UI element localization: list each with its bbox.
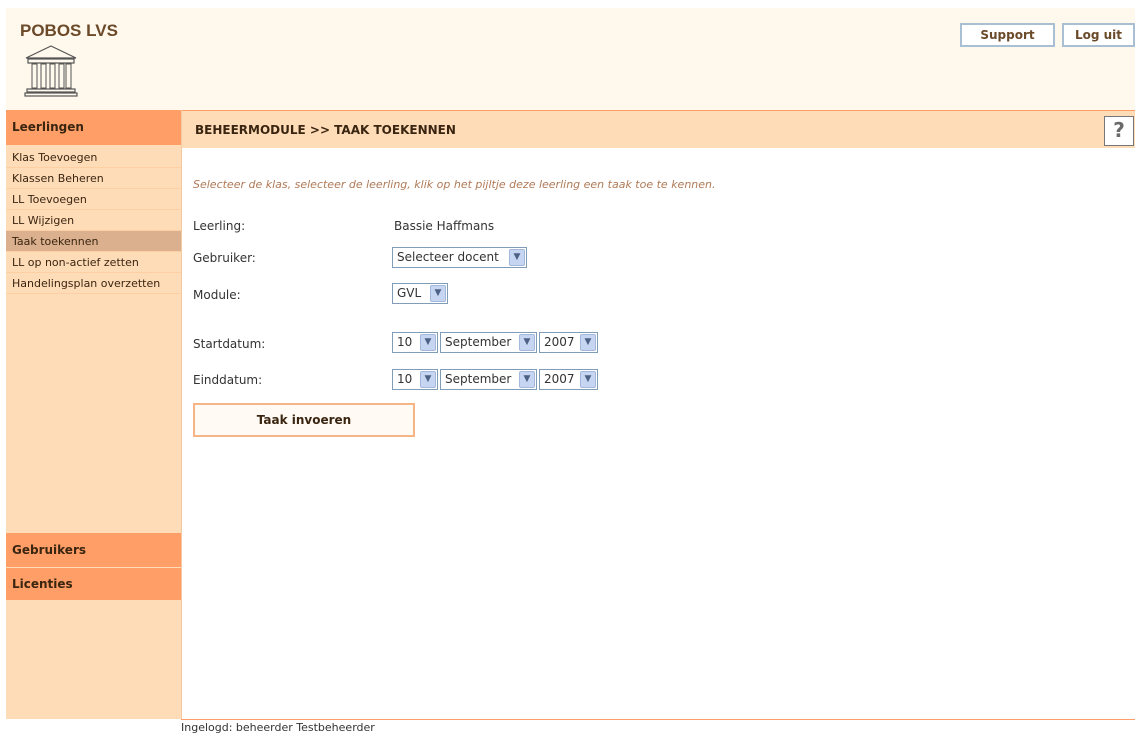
sidebar-item-handelingsplan[interactable]: Handelingsplan overzetten (6, 273, 181, 294)
einddatum-month-select[interactable]: September ▼ (440, 369, 537, 390)
chevron-down-icon: ▼ (519, 371, 535, 388)
footer-divider (181, 719, 1135, 720)
sidebar-section-gebruikers[interactable]: Gebruikers (6, 533, 181, 567)
sidebar-section-leerlingen[interactable]: Leerlingen (6, 110, 181, 145)
chevron-down-icon: ▼ (580, 371, 596, 388)
startdatum-month-select[interactable]: September ▼ (440, 332, 537, 353)
instruction-text: Selecteer de klas, selecteer de leerling… (193, 178, 716, 191)
einddatum-label: Einddatum: (193, 373, 263, 387)
gebruiker-select-value: Selecteer docent (397, 250, 499, 264)
sidebar: Leerlingen Klas Toevoegen Klassen Behere… (6, 110, 181, 719)
einddatum-day-select[interactable]: 10 ▼ (392, 369, 438, 390)
leerling-value: Bassie Haffmans (394, 219, 495, 233)
header: POBOS LVS Support Log uit (6, 8, 1135, 110)
sidebar-item-klas-toevoegen[interactable]: Klas Toevoegen (6, 147, 181, 168)
einddatum-day-value: 10 (397, 372, 413, 386)
page-title: BEHEERMODULE >> TAAK TOEKENNEN (195, 123, 456, 137)
startdatum-year-select[interactable]: 2007 ▼ (539, 332, 598, 353)
leerling-label: Leerling: (193, 219, 246, 233)
sidebar-item-ll-toevoegen[interactable]: LL Toevoegen (6, 189, 181, 210)
module-label: Module: (193, 288, 241, 302)
sidebar-item-ll-non-actief[interactable]: LL op non-actief zetten (6, 252, 181, 273)
module-select[interactable]: GVL ▼ (392, 283, 448, 304)
building-icon (24, 43, 78, 100)
chevron-down-icon: ▼ (420, 334, 436, 351)
startdatum-month-value: September (445, 335, 512, 349)
einddatum-month-value: September (445, 372, 512, 386)
gebruiker-label: Gebruiker: (193, 251, 256, 265)
sidebar-submenu: Klas Toevoegen Klassen Beheren LL Toevoe… (6, 147, 181, 294)
support-button[interactable]: Support (960, 23, 1055, 47)
logout-button[interactable]: Log uit (1062, 23, 1135, 47)
sidebar-item-ll-wijzigen[interactable]: LL Wijzigen (6, 210, 181, 231)
chevron-down-icon: ▼ (420, 371, 436, 388)
chevron-down-icon: ▼ (509, 249, 525, 266)
startdatum-day-value: 10 (397, 335, 413, 349)
main-content: BEHEERMODULE >> TAAK TOEKENNEN ? Selecte… (181, 110, 1135, 719)
module-select-value: GVL (397, 286, 422, 300)
help-button[interactable]: ? (1104, 116, 1134, 146)
chevron-down-icon: ▼ (430, 285, 446, 302)
chevron-down-icon: ▼ (580, 334, 596, 351)
gebruiker-select[interactable]: Selecteer docent ▼ (392, 247, 527, 268)
taak-invoeren-button[interactable]: Taak invoeren (193, 403, 415, 437)
sidebar-section-licenties[interactable]: Licenties (6, 568, 181, 600)
startdatum-label: Startdatum: (193, 337, 266, 351)
einddatum-year-select[interactable]: 2007 ▼ (539, 369, 598, 390)
sidebar-item-taak-toekennen[interactable]: Taak toekennen (6, 231, 181, 252)
app-title: POBOS LVS (20, 21, 118, 40)
page-titlebar: BEHEERMODULE >> TAAK TOEKENNEN ? (182, 110, 1135, 148)
login-status: Ingelogd: beheerder Testbeheerder (181, 721, 375, 734)
sidebar-item-klassen-beheren[interactable]: Klassen Beheren (6, 168, 181, 189)
startdatum-year-value: 2007 (544, 335, 575, 349)
startdatum-day-select[interactable]: 10 ▼ (392, 332, 438, 353)
chevron-down-icon: ▼ (519, 334, 535, 351)
einddatum-year-value: 2007 (544, 372, 575, 386)
